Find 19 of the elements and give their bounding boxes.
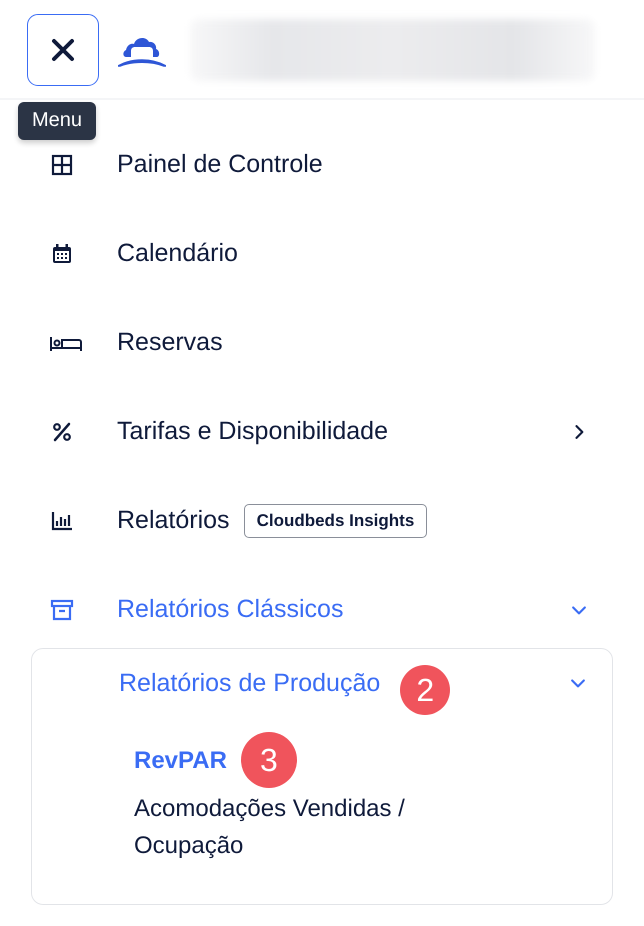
menu-item[interactable]: Tarifas e Disponibilidade bbox=[117, 417, 388, 446]
calendar-icon bbox=[50, 242, 74, 266]
percent-icon bbox=[50, 420, 74, 444]
grid-icon bbox=[50, 152, 74, 176]
tag: Cloudbeds Insights bbox=[244, 504, 428, 538]
tooltip: Menu bbox=[18, 102, 96, 140]
submenu-item[interactable]: Relatórios de Produção bbox=[119, 668, 380, 698]
submenu-link[interactable]: Acomodações Vendidas / Ocupação bbox=[134, 790, 494, 864]
menu-item[interactable]: Reservas bbox=[117, 328, 223, 357]
submenu-link[interactable]: RevPAR bbox=[134, 742, 227, 778]
menu-item[interactable]: Painel de Controle bbox=[117, 150, 323, 179]
step-badge: 2 bbox=[400, 665, 450, 715]
menu-item[interactable]: Calendário bbox=[117, 239, 238, 268]
close-icon bbox=[51, 38, 75, 62]
step-badge: 3 bbox=[240, 732, 297, 788]
menu-item[interactable]: Relatórios Clássicos bbox=[117, 595, 344, 624]
archive-icon bbox=[50, 598, 74, 622]
close-button[interactable] bbox=[27, 14, 99, 86]
menu-item[interactable]: Relatórios bbox=[117, 506, 230, 535]
